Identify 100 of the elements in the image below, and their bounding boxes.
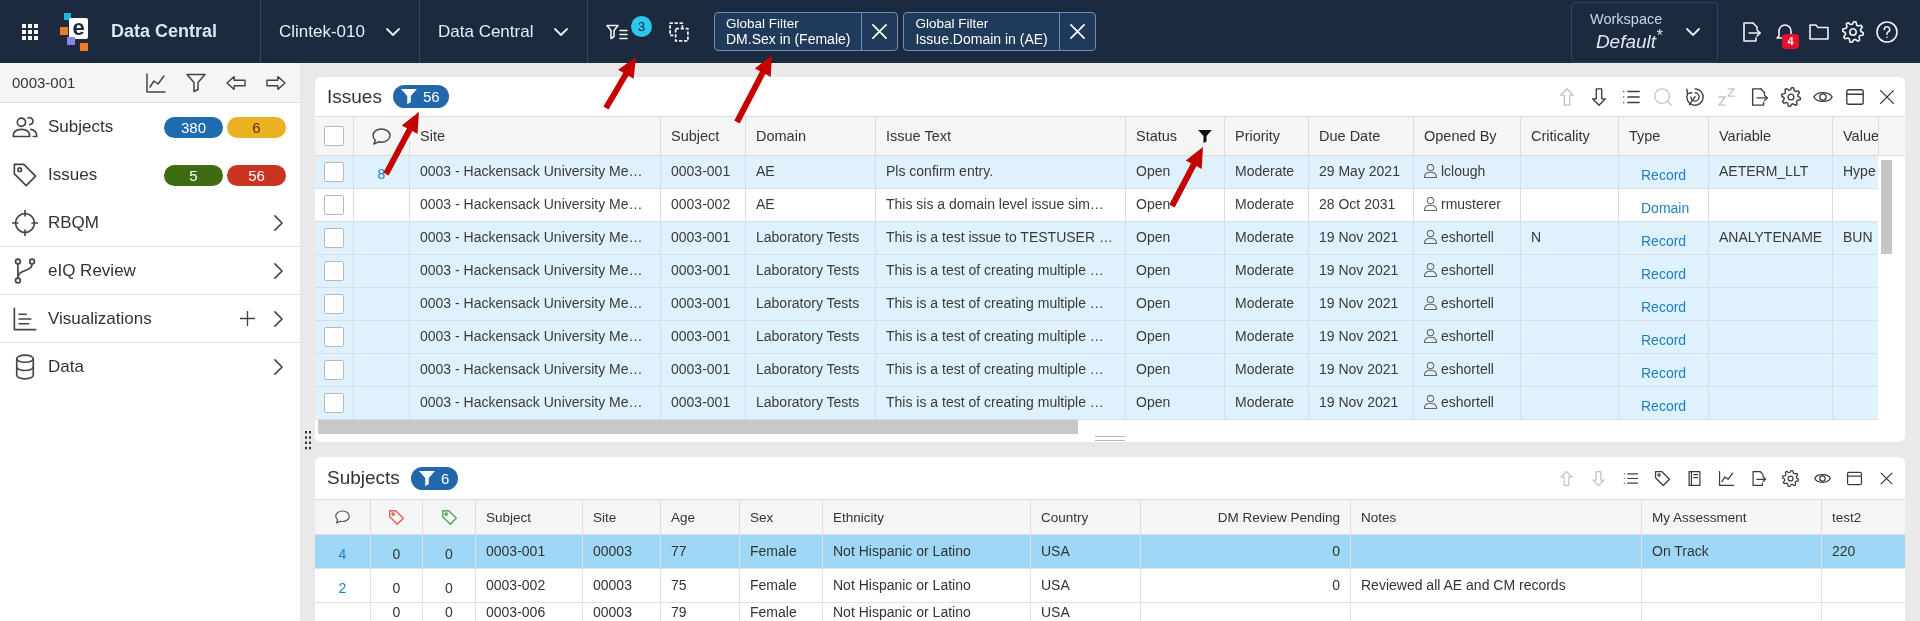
type-link[interactable]: Record (1641, 398, 1687, 414)
column-header[interactable]: Ethnicity (833, 509, 885, 525)
export-icon[interactable] (1750, 469, 1767, 487)
column-header[interactable]: Subject (671, 128, 720, 144)
column-header[interactable]: Criticality (1531, 128, 1590, 144)
column-header[interactable]: Priority (1235, 128, 1281, 144)
column-header[interactable]: Variable (1719, 128, 1772, 144)
column-header[interactable]: Site (593, 509, 617, 525)
tag-icon[interactable] (12, 162, 38, 188)
row-checkbox[interactable] (324, 393, 344, 413)
column-header[interactable]: test2 (1832, 509, 1862, 525)
people-icon[interactable] (12, 114, 38, 140)
row-checkbox[interactable] (324, 261, 344, 281)
chevron-right-icon[interactable] (274, 359, 283, 375)
resize-handle-icon[interactable] (1095, 435, 1125, 441)
count-badge[interactable]: 5 (164, 164, 223, 186)
column-header[interactable]: DM Review Pending (1217, 509, 1340, 525)
close-icon[interactable] (1069, 24, 1085, 39)
scrollbar-thumb[interactable] (318, 420, 1078, 434)
select-all-checkbox[interactable] (324, 126, 344, 146)
nav-link[interactable]: eIQ Review (48, 260, 136, 281)
table-row[interactable]: 0003 - Hackensack University Me… 0003-001 Laboratory Tests This is a test of creating multiple … Open Moderate 19 Nov 2021 eshortell Record (315, 288, 1878, 321)
type-link[interactable]: Record (1641, 332, 1687, 348)
column-header[interactable]: Notes (1361, 509, 1397, 525)
filter-icon[interactable] (1198, 129, 1212, 143)
row-checkbox[interactable] (324, 360, 344, 380)
export-icon[interactable] (1740, 20, 1762, 43)
table-row[interactable]: 4 0 0 0003-001 00003 77 Female Not Hispanic or Latino USA 0 On Track 220 (315, 535, 1905, 569)
branch-icon[interactable] (12, 257, 38, 284)
table-row[interactable]: 8 0003 - Hackensack University Me… 0003-001 AE Pls confirm entry. Open Moderate 29 May 2021 lclough Record AETERM_LLT Hype (315, 156, 1878, 189)
row-checkbox[interactable] (324, 162, 344, 182)
book-icon[interactable] (1686, 469, 1703, 487)
column-header[interactable]: Status (1136, 128, 1178, 144)
column-header[interactable]: Due Date (1319, 128, 1381, 144)
row-checkbox[interactable] (324, 195, 344, 215)
settings-icon[interactable] (1781, 86, 1801, 107)
type-link[interactable]: Record (1641, 233, 1687, 249)
type-link[interactable]: Record (1641, 167, 1687, 183)
type-link[interactable]: Record (1641, 299, 1687, 315)
add-icon[interactable] (240, 311, 255, 326)
comment-count-link[interactable]: 2 (338, 580, 347, 602)
line-chart-icon[interactable] (146, 72, 166, 93)
close-icon[interactable] (872, 24, 888, 39)
table-row[interactable]: 0003 - Hackensack University Me… 0003-001 Laboratory Tests This is a test issue to TESTUSER … Open Moderate 19 Nov 2021 eshortell N Record ANALYTENAME BUN (315, 222, 1878, 255)
type-link[interactable]: Record (1641, 266, 1687, 282)
filter-badge[interactable]: 56 (392, 85, 449, 108)
line-chart-icon[interactable] (1718, 469, 1735, 487)
window-icon[interactable] (1846, 469, 1863, 487)
count-badge[interactable]: 380 (164, 116, 223, 138)
type-link[interactable]: Domain (1641, 200, 1690, 216)
chevron-right-icon[interactable] (274, 262, 283, 279)
comment-count-link[interactable]: 8 (377, 166, 386, 188)
nav-link[interactable]: RBQM (48, 212, 99, 233)
nav-link[interactable]: Issues (48, 165, 98, 185)
grip-icon[interactable] (304, 431, 311, 450)
nav-link[interactable]: Subjects (48, 117, 114, 137)
apps-grid-icon[interactable] (22, 23, 38, 40)
column-header[interactable]: Subject (486, 509, 532, 525)
workspace-selector[interactable]: Workspace Default$^{*}$ (1571, 1, 1718, 63)
bar-chart-icon[interactable] (12, 305, 38, 332)
scrollbar-thumb[interactable] (1881, 160, 1892, 254)
column-header[interactable]: Value (1843, 128, 1879, 144)
column-header[interactable]: Domain (756, 128, 806, 144)
nav-link[interactable]: Visualizations (48, 308, 152, 329)
copy-icon[interactable] (669, 21, 689, 42)
nav-link[interactable]: Data (48, 357, 84, 377)
table-row[interactable]: 0003 - Hackensack University Me… 0003-002 AE This sis a domain level issue sim… Open Moderate 28 Oct 2031 rmusterer Domain (315, 189, 1878, 222)
arrow-down-icon[interactable] (1589, 86, 1609, 107)
column-header[interactable]: Site (420, 128, 445, 144)
column-header[interactable]: Type (1629, 128, 1661, 144)
settings-icon[interactable] (1782, 469, 1799, 487)
column-header[interactable]: Opened By (1424, 128, 1497, 144)
table-cell: Reviewed all AE and CM records (1350, 569, 1641, 602)
row-checkbox[interactable] (324, 228, 344, 248)
table-row[interactable]: 0003 - Hackensack University Me… 0003-001 Laboratory Tests This is a test of creating multiple … Open Moderate 19 Nov 2021 eshortell Record (315, 255, 1878, 288)
help-icon[interactable] (1876, 20, 1898, 43)
crosshair-icon[interactable] (12, 209, 38, 236)
row-checkbox[interactable] (324, 294, 344, 314)
column-header[interactable]: Country (1041, 509, 1089, 525)
table-row[interactable]: 0003 - Hackensack University Me… 0003-001 Laboratory Tests This is a test of creating multiple … Open Moderate 19 Nov 2021 eshortell Record (315, 321, 1878, 354)
row-checkbox[interactable] (324, 327, 344, 347)
table-row[interactable]: 0003 - Hackensack University Me… 0003-001 Laboratory Tests This is a test of creating multiple … Open Moderate 19 Nov 2021 eshortell Record (315, 387, 1878, 420)
chevron-right-icon[interactable] (274, 310, 283, 327)
count-badge[interactable]: 6 (227, 116, 286, 138)
column-header[interactable]: Age (671, 509, 696, 525)
count-badge[interactable]: 56 (227, 164, 286, 186)
window-icon[interactable] (1845, 86, 1865, 107)
tag-icon[interactable] (1654, 469, 1671, 487)
column-header[interactable]: Issue Text (886, 128, 952, 144)
chevron-right-icon[interactable] (274, 214, 283, 231)
swirl-icon[interactable] (1685, 86, 1705, 107)
table-row[interactable]: 0003 - Hackensack University Me… 0003-001 Laboratory Tests This is a test of creating multiple … Open Moderate 19 Nov 2021 eshortell Record (315, 354, 1878, 387)
column-header[interactable]: My Assessment (1652, 509, 1747, 525)
annotation-arrow (603, 57, 636, 110)
type-link[interactable]: Record (1641, 365, 1687, 381)
export-icon[interactable] (1749, 86, 1769, 107)
filter-icon[interactable] (186, 72, 206, 93)
filter-badge[interactable]: 6 (410, 466, 459, 490)
column-header[interactable]: Sex (750, 509, 774, 525)
table-row[interactable]: 2 0 0 0003-002 00003 75 Female Not Hispanic or Latino USA 0 Reviewed all AE and CM records (315, 569, 1905, 603)
